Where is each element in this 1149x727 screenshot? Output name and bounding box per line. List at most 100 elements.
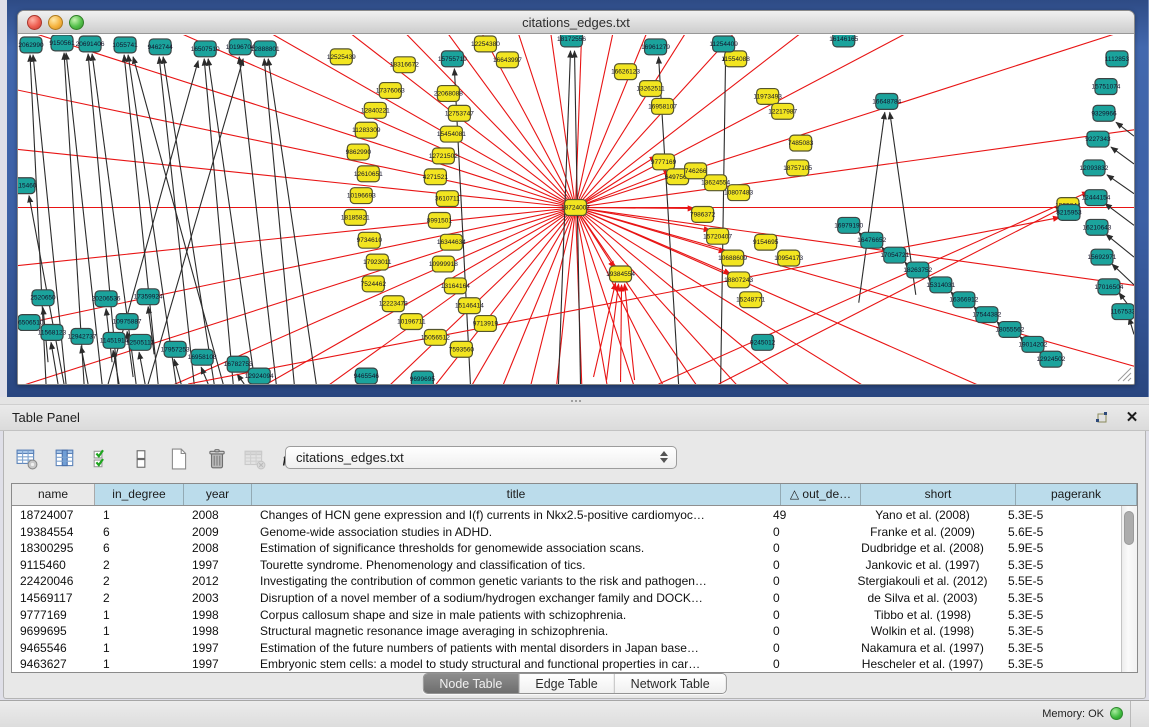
graph-node[interactable]: 15755719: [438, 51, 467, 67]
column-header-in_degree[interactable]: in_degree: [95, 484, 184, 505]
graph-node[interactable]: 17359924: [134, 289, 163, 305]
graph-node[interactable]: 10999918: [429, 256, 458, 272]
graph-node[interactable]: 7986372: [690, 207, 716, 223]
graph-node[interactable]: 7524462: [361, 276, 387, 292]
column-header-name[interactable]: name: [12, 484, 95, 505]
graph-node[interactable]: 1112853: [1105, 51, 1130, 67]
table-row[interactable]: 969969511998Structural magnetic resonanc…: [12, 623, 1121, 640]
tab-node-table[interactable]: Node Table: [423, 674, 519, 693]
graph-node[interactable]: 12721502: [429, 148, 458, 164]
graph-node[interactable]: 11554088: [721, 51, 750, 67]
graph-node[interactable]: 16476652: [857, 232, 886, 248]
graph-node[interactable]: 2062990: [18, 37, 44, 53]
graph-node[interactable]: 1167533: [1111, 304, 1134, 320]
float-panel-icon[interactable]: [1093, 409, 1111, 427]
table-row[interactable]: 946362711997Embryonic stem cells: a mode…: [12, 656, 1121, 673]
graph-node[interactable]: 11568123: [38, 325, 67, 341]
split-divider[interactable]: [0, 397, 1149, 405]
graph-node[interactable]: 11451914: [100, 332, 129, 348]
graph-node[interactable]: 9862990: [346, 144, 372, 160]
table-selector-dropdown[interactable]: citations_edges.txt: [285, 446, 677, 469]
graph-node[interactable]: 17016504: [1095, 279, 1124, 295]
graph-node[interactable]: 7593560: [449, 341, 475, 357]
graph-node[interactable]: 12223478: [379, 296, 408, 312]
table-row[interactable]: 1872400712008Changes of HCN gene express…: [12, 507, 1121, 524]
graph-node[interactable]: 10196711: [397, 314, 426, 330]
graph-node[interactable]: 16958107: [648, 98, 677, 114]
graph-node[interactable]: 13262511: [636, 81, 665, 97]
row-cells-icon[interactable]: [128, 446, 154, 472]
graph-node[interactable]: 8991501: [427, 212, 453, 228]
graph-node[interactable]: 16648784: [872, 93, 901, 109]
graph-node[interactable]: 18055562: [995, 322, 1024, 338]
scrollbar-thumb[interactable]: [1124, 511, 1134, 545]
table-row[interactable]: 977716911998Corpus callosum shape and si…: [12, 607, 1121, 624]
graph-node[interactable]: 9713919: [473, 316, 499, 332]
graph-node[interactable]: 9462744: [147, 39, 173, 55]
graph-node[interactable]: 11283309: [352, 122, 381, 138]
graph-node[interactable]: 10688609: [718, 250, 747, 266]
graph-node[interactable]: 16210643: [1083, 219, 1112, 235]
graph-node[interactable]: 17054721: [880, 247, 909, 263]
graph-node[interactable]: 12093832: [1080, 160, 1109, 176]
graph-node[interactable]: 3610711: [435, 191, 460, 207]
graph-node[interactable]: 16643997: [493, 52, 522, 68]
graph-node[interactable]: 12217987: [768, 103, 797, 119]
column-header-year[interactable]: year: [184, 484, 252, 505]
graph-node[interactable]: 9115460: [18, 178, 37, 194]
graph-node[interactable]: 15314031: [926, 277, 955, 293]
graph-node[interactable]: 10807483: [724, 185, 753, 201]
graph-node[interactable]: 13164164: [441, 278, 470, 294]
table-row[interactable]: 946554611997Estimation of the future num…: [12, 640, 1121, 657]
graph-node[interactable]: 17923011: [363, 254, 392, 270]
graph-node[interactable]: 15692971: [1088, 249, 1117, 265]
graph-node[interactable]: 12610651: [354, 166, 383, 182]
graph-node[interactable]: 11254409: [709, 36, 738, 52]
graph-node[interactable]: 20691406: [76, 36, 105, 52]
graph-node[interactable]: 9227343: [1085, 131, 1111, 147]
graph-node[interactable]: 12444154: [1082, 190, 1111, 206]
graph-node[interactable]: 12254380: [471, 36, 500, 52]
graph-node[interactable]: 17957253: [161, 341, 190, 357]
graph-node[interactable]: 18724007: [561, 200, 590, 216]
graph-node[interactable]: 11973493: [753, 89, 782, 105]
graph-node[interactable]: 12888801: [251, 41, 280, 57]
graph-node[interactable]: 16344634: [437, 234, 466, 250]
tab-edge-table[interactable]: Edge Table: [519, 674, 614, 693]
graph-node[interactable]: 10196693: [347, 188, 376, 204]
graph-node[interactable]: 16146165: [829, 35, 858, 47]
graph-node[interactable]: 17544382: [972, 307, 1001, 323]
graph-node[interactable]: 19384554: [606, 266, 635, 282]
graph-node[interactable]: 10975887: [113, 314, 142, 330]
column-header-pagerank[interactable]: pagerank: [1016, 484, 1137, 505]
graph-node[interactable]: 20206536: [92, 291, 121, 307]
graph-node[interactable]: 16506510: [18, 315, 44, 331]
graph-node[interactable]: 746266: [685, 163, 707, 179]
graph-node[interactable]: 13624554: [701, 175, 730, 191]
graph-node[interactable]: 16507510: [191, 41, 220, 57]
graph-node[interactable]: 15146414: [455, 298, 484, 314]
table-row[interactable]: 1938455462009Genome-wide association stu…: [12, 524, 1121, 541]
column-visibility-icon[interactable]: [52, 446, 78, 472]
graph-node[interactable]: 18172556: [557, 35, 586, 47]
column-header-title[interactable]: title: [252, 484, 781, 505]
graph-node[interactable]: 12924094: [245, 368, 274, 384]
table-row[interactable]: 911546021997Tourette syndrome. Phenomeno…: [12, 557, 1121, 574]
graph-node[interactable]: 16958108: [188, 349, 217, 365]
vertical-scrollbar[interactable]: [1121, 506, 1137, 672]
graph-node[interactable]: 8215953: [1056, 205, 1082, 221]
select-all-icon[interactable]: [90, 446, 116, 472]
graph-node[interactable]: 22068088: [434, 86, 463, 102]
graph-node[interactable]: 9154695: [753, 234, 779, 250]
graph-node[interactable]: 15751074: [1092, 79, 1121, 95]
graph-node[interactable]: 10954173: [774, 250, 803, 266]
graph-node[interactable]: 15056512: [421, 329, 450, 345]
graph-node[interactable]: 7485083: [788, 135, 814, 151]
table-row[interactable]: 1456911722003Disruption of a novel membe…: [12, 590, 1121, 607]
graph-node[interactable]: 4271521: [423, 169, 449, 185]
graph-node[interactable]: 16961279: [641, 39, 670, 55]
trash-icon[interactable]: [204, 446, 230, 472]
graph-node[interactable]: 15720407: [703, 228, 732, 244]
graph-node[interactable]: 18807243: [724, 272, 753, 288]
graph-node[interactable]: 12505113: [126, 334, 155, 350]
